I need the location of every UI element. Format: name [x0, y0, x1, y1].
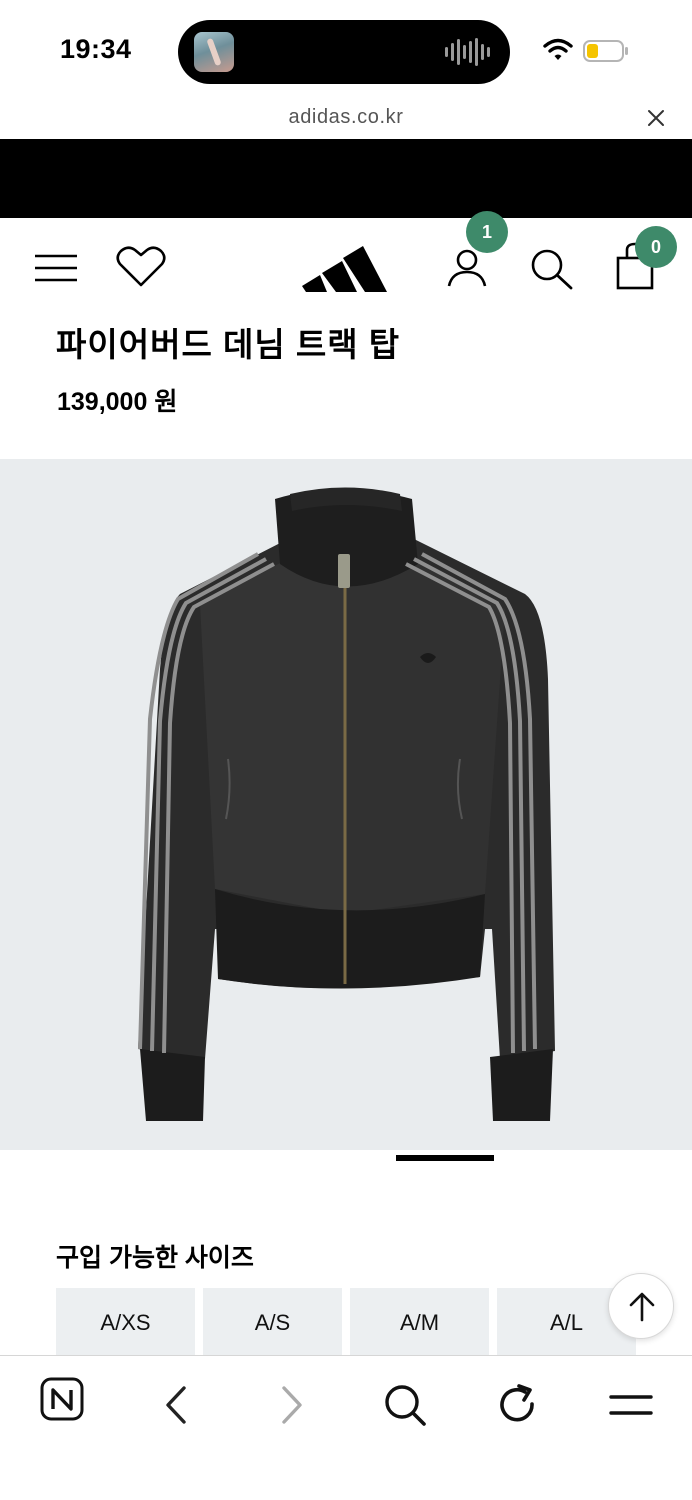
now-playing-art-icon — [194, 32, 234, 72]
forward-icon[interactable] — [266, 1380, 316, 1430]
product-price: 139,000 원 — [57, 388, 178, 416]
status-time: 19:34 — [60, 34, 132, 64]
size-option-xs[interactable]: A/XS — [56, 1288, 195, 1358]
menu-icon[interactable] — [606, 1380, 656, 1430]
search-icon[interactable] — [380, 1380, 430, 1430]
battery-low-icon — [583, 40, 628, 62]
adidas-logo[interactable] — [302, 240, 388, 294]
size-options: A/XS A/S A/M A/L — [56, 1288, 636, 1358]
arrow-up-icon — [629, 1292, 655, 1322]
scroll-to-top-button[interactable] — [608, 1273, 674, 1339]
browser-toolbar — [0, 1355, 692, 1500]
dynamic-island[interactable] — [178, 20, 510, 84]
promo-banner[interactable] — [0, 139, 692, 218]
menu-icon[interactable] — [34, 254, 78, 282]
site-header: 1 0 — [0, 211, 692, 314]
size-option-s[interactable]: A/S — [203, 1288, 342, 1358]
status-bar: 19:34 — [0, 0, 692, 98]
back-icon[interactable] — [152, 1380, 202, 1430]
url-text[interactable]: adidas.co.kr — [0, 106, 692, 129]
search-icon[interactable] — [530, 248, 574, 290]
naver-n-icon[interactable] — [38, 1375, 88, 1425]
product-image[interactable] — [0, 459, 692, 1150]
size-option-m[interactable]: A/M — [350, 1288, 489, 1358]
audio-waveform-icon — [445, 38, 490, 66]
wifi-icon — [543, 38, 573, 60]
jacket-image — [138, 487, 555, 1121]
reload-icon[interactable] — [492, 1380, 542, 1430]
url-bar[interactable]: adidas.co.kr — [0, 98, 692, 138]
sizes-heading: 구입 가능한 사이즈 — [56, 1244, 254, 1272]
close-icon[interactable] — [646, 108, 666, 128]
product-title: 파이어버드 데님 트랙 탑 — [56, 326, 401, 363]
carousel-indicator[interactable] — [396, 1155, 494, 1161]
cart-badge: 0 — [635, 226, 677, 268]
wishlist-heart-icon[interactable] — [116, 246, 166, 288]
account-icon[interactable] — [447, 248, 487, 288]
account-badge: 1 — [466, 211, 508, 253]
